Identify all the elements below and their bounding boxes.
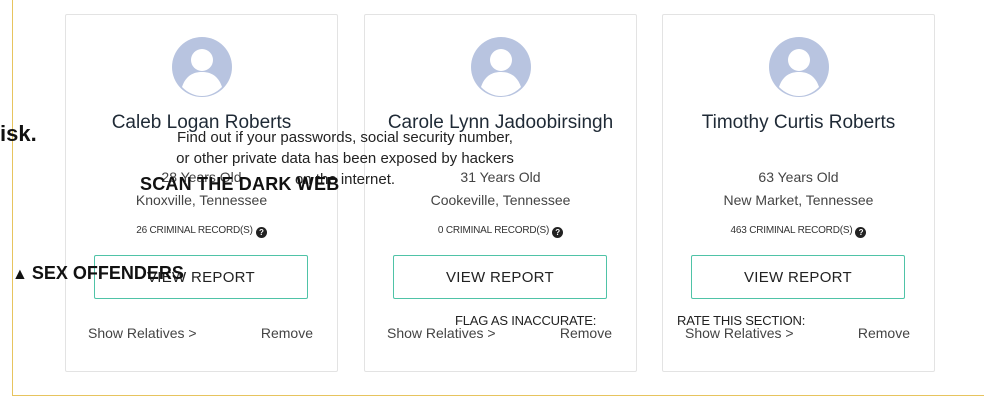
flag-inaccurate-link[interactable]: FLAG AS INACCURATE:	[455, 313, 596, 328]
sex-offenders-label: SEX OFFENDERS	[31, 263, 184, 283]
sex-offenders-heading: ▲ SEX OFFENDERS	[12, 263, 184, 284]
user-avatar-icon	[171, 37, 232, 97]
criminal-records-label: 463 CRIMINAL RECORD(S)	[730, 225, 853, 236]
user-avatar-icon	[768, 37, 829, 97]
show-relatives-link[interactable]: Show Relatives >	[88, 325, 197, 341]
user-avatar-icon	[470, 37, 531, 97]
person-location: Cookeville, Tennessee	[430, 192, 571, 208]
remove-link[interactable]: Remove	[261, 325, 313, 341]
warning-triangle-icon: ▲	[12, 266, 28, 283]
rate-section-label: RATE THIS SECTION:	[677, 313, 806, 328]
criminal-records: 0 CRIMINAL RECORD(S)?	[365, 225, 636, 238]
scan-dark-web-heading[interactable]: SCAN THE DARK WEB	[140, 174, 339, 195]
remove-link[interactable]: Remove	[858, 325, 910, 341]
criminal-records: 463 CRIMINAL RECORD(S)?	[663, 225, 934, 238]
criminal-records-label: 26 CRIMINAL RECORD(S)	[136, 225, 253, 236]
view-report-button[interactable]: VIEW REPORT	[691, 255, 905, 299]
person-name: Timothy Curtis Roberts	[701, 112, 896, 133]
criminal-records: 26 CRIMINAL RECORD(S)?	[66, 225, 337, 238]
person-location: New Market, Tennessee	[723, 192, 874, 208]
question-circle-icon[interactable]: ?	[552, 227, 564, 238]
criminal-records-label: 0 CRIMINAL RECORD(S)	[437, 225, 550, 236]
question-circle-icon[interactable]: ?	[855, 227, 867, 238]
view-report-button[interactable]: VIEW REPORT	[393, 255, 607, 299]
person-age: 63 Years Old	[758, 169, 839, 185]
risk-text-fragment: isk.	[0, 121, 37, 146]
question-circle-icon[interactable]: ?	[255, 227, 267, 238]
